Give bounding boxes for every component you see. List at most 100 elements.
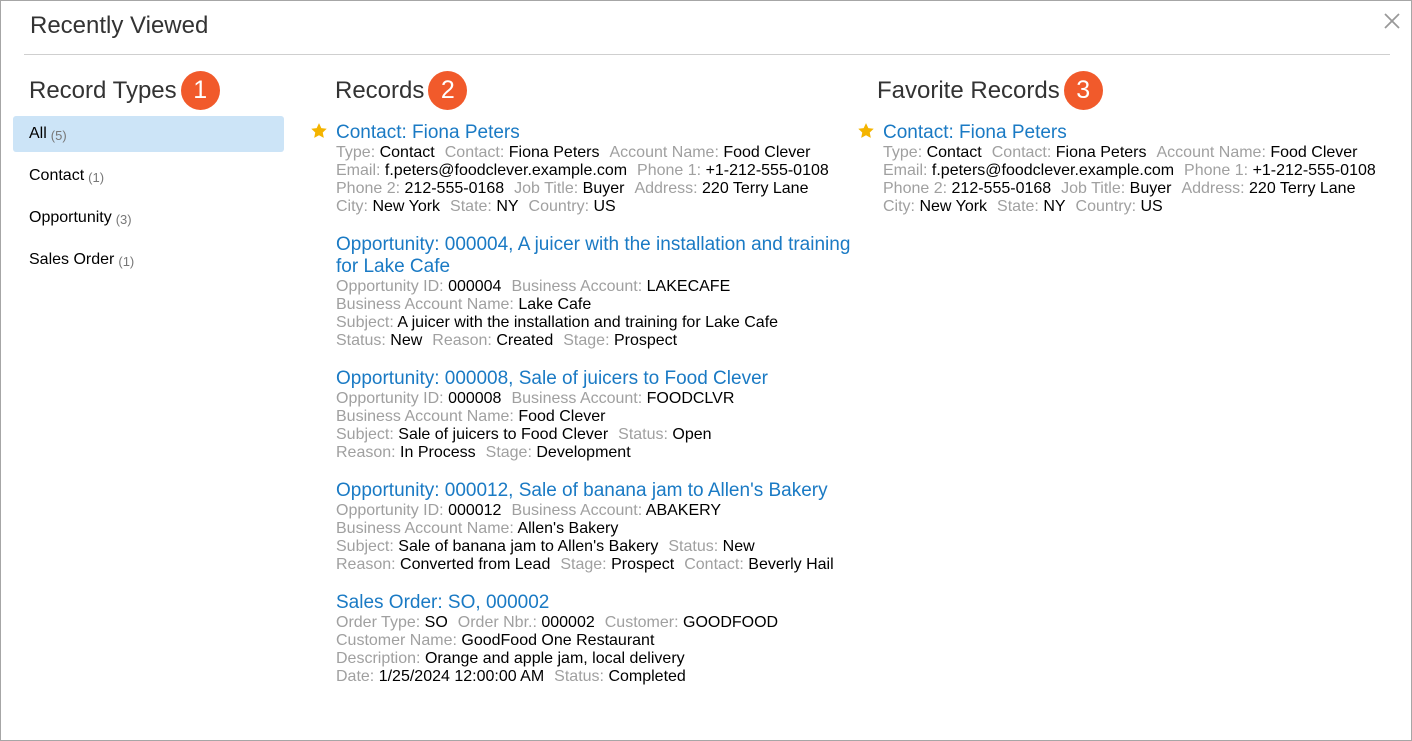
record-title-link[interactable]: Opportunity: 000008, Sale of juicers to …: [336, 368, 856, 390]
field-value: Beverly Hail: [748, 556, 834, 573]
field-label: Status:: [618, 426, 668, 443]
field-label: Email:: [883, 162, 928, 179]
field-label: State:: [450, 198, 492, 215]
favorite-star-icon[interactable]: [310, 122, 328, 140]
field-value: New: [390, 332, 423, 349]
field-value: 220 Terry Lane: [702, 180, 809, 197]
callout-badge-1: 1: [180, 71, 220, 110]
field-label: Phone 2:: [883, 180, 948, 197]
field-value: Completed: [608, 668, 686, 685]
record-type-label: Contact: [29, 167, 85, 184]
field-value: 220 Terry Lane: [1249, 180, 1356, 197]
field-label: Job Title:: [1061, 180, 1126, 197]
records-title: Records: [335, 76, 425, 104]
record-type-count: (1): [118, 253, 135, 269]
field-value: GOODFOOD: [683, 614, 779, 631]
field-label: Subject:: [336, 538, 394, 555]
record-detail-line: Order Type: SO Order Nbr.: 000002 Customer…: [336, 614, 856, 632]
record-detail-line: Reason: Converted from Lead Stage: Prospe…: [336, 556, 856, 574]
field-value: SO: [424, 614, 448, 631]
field-label: City:: [336, 198, 368, 215]
callout-badge-3: 3: [1063, 71, 1103, 110]
record-item: Contact: Fiona Peters Type: Contact Contac…: [311, 122, 856, 216]
record-detail-line: Type: Contact Contact: Fiona Peters Accoun…: [336, 144, 856, 162]
field-label: Account Name:: [1156, 144, 1266, 161]
record-types-title: Record Types: [29, 76, 177, 104]
record-type-count: (3): [115, 211, 132, 227]
record-detail-line: Reason: In Process Stage: Development: [336, 444, 856, 462]
close-icon[interactable]: [1381, 10, 1403, 32]
field-value: US: [593, 198, 616, 215]
record-detail-line: Phone 2: 212-555-0168 Job Title: Buyer Add…: [883, 180, 1383, 198]
field-value: New York: [372, 198, 441, 215]
field-value: Fiona Peters: [508, 144, 600, 161]
record-type-opportunity[interactable]: Opportunity (3): [13, 200, 284, 236]
record-detail-line: Business Account Name: Food Clever: [336, 408, 856, 426]
record-detail-line: Description: Orange and apple jam, local…: [336, 650, 856, 668]
record-detail-line: Subject: A juicer with the installation …: [336, 314, 856, 332]
record-detail-line: City: New York State: NY Country: US: [336, 198, 856, 216]
record-detail-line: City: New York State: NY Country: US: [883, 198, 1383, 216]
field-label: Reason:: [336, 444, 396, 461]
field-value: Converted from Lead: [400, 556, 551, 573]
record-detail-line: Subject: Sale of juicers to Food Clever S…: [336, 426, 856, 444]
field-value: Lake Cafe: [518, 296, 592, 313]
record-detail-line: Business Account Name: Lake Cafe: [336, 296, 856, 314]
record-item: Opportunity: 000008, Sale of juicers to …: [336, 368, 856, 462]
field-label: Customer Name:: [336, 632, 457, 649]
field-label: Phone 1:: [637, 162, 702, 179]
field-value: Sale of banana jam to Allen's Bakery: [398, 538, 659, 555]
record-title-link[interactable]: Opportunity: 000004, A juicer with the i…: [336, 234, 856, 278]
field-value: GoodFood One Restaurant: [461, 632, 655, 649]
favorite-star-icon[interactable]: [857, 122, 875, 140]
field-label: Order Type:: [336, 614, 421, 631]
record-detail-line: Opportunity ID: 000008 Business Account: …: [336, 390, 856, 408]
record-title-link[interactable]: Sales Order: SO, 000002: [336, 592, 856, 614]
record-type-sales-order[interactable]: Sales Order (1): [13, 242, 284, 278]
record-title-link[interactable]: Contact: Fiona Peters: [336, 122, 856, 144]
field-label: State:: [997, 198, 1039, 215]
field-label: Phone 1:: [1184, 162, 1249, 179]
record-type-label: All: [29, 125, 47, 142]
field-label: Status:: [554, 668, 604, 685]
field-value: f.peters@foodclever.example.com: [931, 162, 1175, 179]
field-value: 212-555-0168: [951, 180, 1052, 197]
favorite-record: Contact: Fiona Peters Type: Contact Contac…: [858, 122, 1383, 216]
field-value: Created: [496, 332, 554, 349]
field-value: Orange and apple jam, local delivery: [424, 650, 685, 667]
field-value: +1-212-555-0108: [705, 162, 829, 179]
field-value: Development: [536, 444, 631, 461]
record-type-label: Opportunity: [29, 209, 112, 226]
record-title-link[interactable]: Contact: Fiona Peters: [883, 122, 1383, 144]
field-label: Subject:: [336, 314, 394, 331]
field-value: Buyer: [582, 180, 625, 197]
field-label: Order Nbr.:: [457, 614, 537, 631]
field-value: NY: [496, 198, 519, 215]
field-label: Subject:: [336, 426, 394, 443]
field-label: Business Account:: [511, 278, 643, 295]
favorites-title: Favorite Records: [877, 76, 1060, 104]
field-label: City:: [883, 198, 915, 215]
record-detail-line: Customer Name: GoodFood One Restaurant: [336, 632, 856, 650]
record-title-link[interactable]: Opportunity: 000012, Sale of banana jam …: [336, 480, 856, 502]
record-detail-line: Phone 2: 212-555-0168 Job Title: Buyer Add…: [336, 180, 856, 198]
record-detail-line: Type: Contact Contact: Fiona Peters Accoun…: [883, 144, 1383, 162]
field-label: Type:: [883, 144, 923, 161]
record-detail-line: Subject: Sale of banana jam to Allen's B…: [336, 538, 856, 556]
field-label: Opportunity ID:: [336, 278, 444, 295]
field-label: Business Account Name:: [336, 408, 514, 425]
field-value: Prospect: [611, 556, 675, 573]
field-label: Account Name:: [609, 144, 719, 161]
record-type-contact[interactable]: Contact (1): [13, 158, 284, 194]
field-label: Stage:: [485, 444, 532, 461]
field-value: FOODCLVR: [646, 390, 735, 407]
field-label: Status:: [336, 332, 386, 349]
title-divider: [24, 54, 1390, 55]
field-value: 1/25/2024 12:00:00 AM: [378, 668, 545, 685]
field-label: Email:: [336, 162, 381, 179]
field-label: Type:: [336, 144, 376, 161]
field-value: 000004: [448, 278, 502, 295]
field-value: A juicer with the installation and train…: [397, 314, 779, 331]
record-type-all[interactable]: All (5): [13, 116, 284, 152]
favorites-header: Favorite Records 3: [877, 71, 1103, 110]
